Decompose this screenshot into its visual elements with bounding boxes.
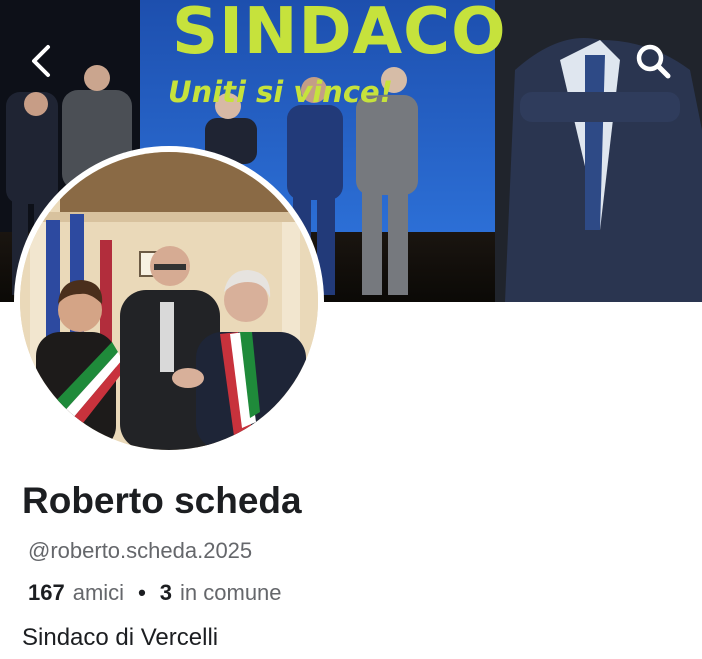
profile-photo-scene [20,152,318,450]
profile-bio: Sindaco di Vercelli [22,624,219,651]
profile-avatar[interactable] [14,146,324,456]
chevron-left-icon [32,45,50,77]
profile-name: Roberto scheda [22,480,302,521]
stats-separator: • [138,580,146,605]
search-icon [636,44,671,79]
search-button[interactable] [630,38,676,84]
friends-stats[interactable]: 167 amici • 3 in comune [28,580,282,606]
cover-banner-title: SINDACO [172,0,507,69]
profile-handle: @roberto.scheda.2025 [28,538,253,563]
profile-photo [20,152,318,450]
mutual-friends-count: 3 [159,580,173,605]
mutual-friends-label: in comune [180,580,282,605]
back-button[interactable] [18,38,64,84]
friends-label: amici [72,580,125,605]
cover-banner-slogan: Uniti si vince! [168,75,393,109]
friends-count: 167 [28,580,65,605]
